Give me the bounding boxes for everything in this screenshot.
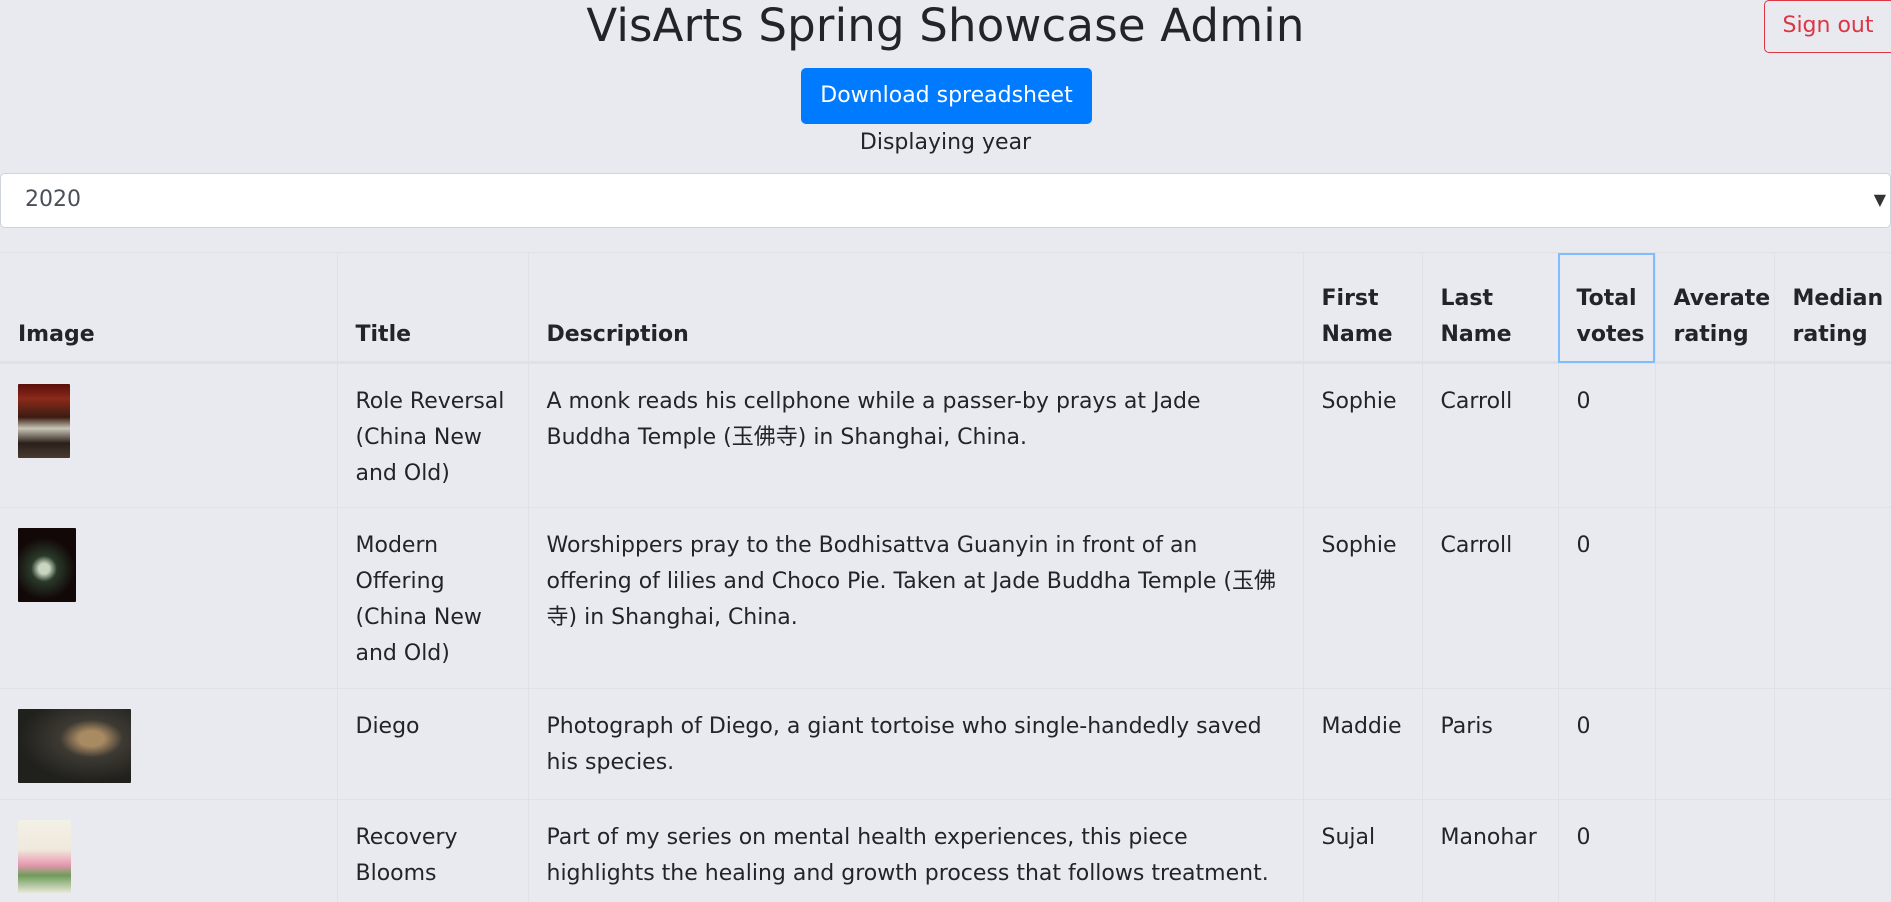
cell-last-name: Manohar xyxy=(1421,799,1558,902)
column-header-title[interactable]: Title xyxy=(336,252,528,364)
table-row: Diego Photograph of Diego, a giant torto… xyxy=(0,688,1891,800)
cell-title: Recovery Blooms xyxy=(336,799,528,902)
cell-title: Modern Offering (China New and Old) xyxy=(336,507,528,689)
cell-last-name: Carroll xyxy=(1421,507,1558,689)
cell-description: A monk reads his cellphone while a passe… xyxy=(527,362,1303,508)
column-header-image[interactable]: Image xyxy=(0,252,337,364)
column-header-description[interactable]: Description xyxy=(527,252,1303,364)
year-select[interactable]: 2020 ▼ xyxy=(0,173,1891,228)
column-header-median-rating[interactable]: Median rating xyxy=(1773,252,1891,364)
artwork-thumbnail[interactable] xyxy=(18,528,76,602)
cell-last-name: Paris xyxy=(1421,688,1558,800)
table-row: Modern Offering (China New and Old) Wors… xyxy=(0,507,1891,689)
chevron-down-icon: ▼ xyxy=(1873,190,1886,209)
cell-median-rating xyxy=(1773,362,1891,508)
cell-average-rating xyxy=(1654,799,1774,902)
cell-total-votes: 0 xyxy=(1557,362,1655,508)
cell-median-rating xyxy=(1773,799,1891,902)
download-spreadsheet-button[interactable]: Download spreadsheet xyxy=(801,68,1092,124)
cell-description: Worshippers pray to the Bodhisattva Guan… xyxy=(527,507,1303,689)
cell-average-rating xyxy=(1654,362,1774,508)
artwork-thumbnail[interactable] xyxy=(18,384,70,458)
cell-first-name: Sophie xyxy=(1302,507,1422,689)
table-row: Recovery Blooms Part of my series on men… xyxy=(0,799,1891,902)
cell-first-name: Sujal xyxy=(1302,799,1422,902)
year-select-value: 2020 xyxy=(25,187,81,212)
submissions-table: Image Title Description First Name Last … xyxy=(0,252,1891,902)
table-row: Role Reversal (China New and Old) A monk… xyxy=(0,362,1891,508)
artwork-thumbnail[interactable] xyxy=(18,709,131,783)
cell-image xyxy=(0,799,337,902)
cell-first-name: Maddie xyxy=(1302,688,1422,800)
column-header-last-name[interactable]: Last Name xyxy=(1421,252,1558,364)
displaying-year-label: Displaying year xyxy=(859,130,1032,155)
cell-description: Photograph of Diego, a giant tortoise wh… xyxy=(527,688,1303,800)
cell-title: Diego xyxy=(336,688,528,800)
column-header-total-votes[interactable]: Total votes xyxy=(1557,252,1655,364)
cell-median-rating xyxy=(1773,507,1891,689)
cell-total-votes: 0 xyxy=(1557,688,1655,800)
column-header-first-name[interactable]: First Name xyxy=(1302,252,1422,364)
table-header-row: Image Title Description First Name Last … xyxy=(0,252,1891,364)
page-title: VisArts Spring Showcase Admin xyxy=(586,0,1305,52)
cell-median-rating xyxy=(1773,688,1891,800)
cell-average-rating xyxy=(1654,688,1774,800)
cell-total-votes: 0 xyxy=(1557,507,1655,689)
cell-description: Part of my series on mental health exper… xyxy=(527,799,1303,902)
column-header-average-rating[interactable]: Averate rating xyxy=(1654,252,1774,364)
artwork-thumbnail[interactable] xyxy=(18,820,71,894)
cell-image xyxy=(0,362,337,508)
sign-out-button[interactable]: Sign out xyxy=(1764,0,1891,53)
cell-image xyxy=(0,507,337,689)
cell-total-votes: 0 xyxy=(1557,799,1655,902)
cell-first-name: Sophie xyxy=(1302,362,1422,508)
cell-last-name: Carroll xyxy=(1421,362,1558,508)
admin-page: VisArts Spring Showcase Admin Sign out D… xyxy=(0,0,1891,902)
cell-image xyxy=(0,688,337,800)
cell-average-rating xyxy=(1654,507,1774,689)
cell-title: Role Reversal (China New and Old) xyxy=(336,362,528,508)
